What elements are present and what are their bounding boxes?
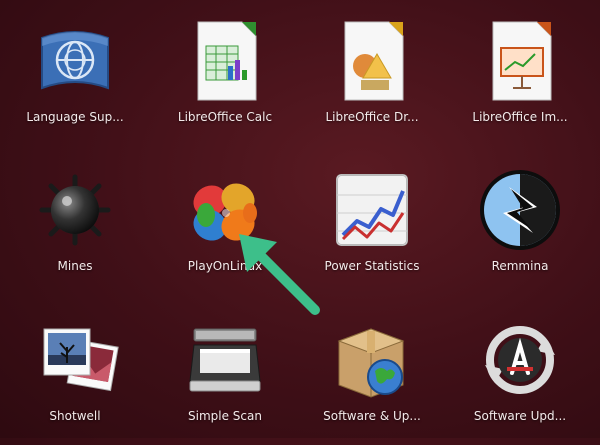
app-label: Power Statistics [324, 259, 420, 273]
app-playonlinux[interactable]: PlayOnLinux [150, 155, 300, 295]
software-updates-icon [327, 315, 417, 405]
app-label: Mines [57, 259, 93, 273]
app-power-statistics[interactable]: Power Statistics [297, 155, 447, 295]
simple-scan-icon [180, 315, 270, 405]
app-label: LibreOffice Dr... [325, 110, 419, 124]
remmina-icon [475, 165, 565, 255]
shotwell-icon [30, 315, 120, 405]
app-label: Shotwell [49, 409, 101, 423]
app-software-updater[interactable]: Software Upd... [445, 305, 595, 445]
libreoffice-calc-icon [180, 16, 270, 106]
app-label: LibreOffice Calc [177, 110, 273, 124]
app-language-support[interactable]: Language Sup... [0, 6, 150, 146]
app-label: Software Upd... [473, 409, 567, 423]
app-label: Remmina [491, 259, 549, 273]
app-software-and-updates[interactable]: Software & Up... [297, 305, 447, 445]
app-libreoffice-draw[interactable]: LibreOffice Dr... [297, 6, 447, 146]
app-simple-scan[interactable]: Simple Scan [150, 305, 300, 445]
language-support-icon [30, 16, 120, 106]
app-shotwell[interactable]: Shotwell [0, 305, 150, 445]
power-statistics-icon [327, 165, 417, 255]
libreoffice-impress-icon [475, 16, 565, 106]
app-libreoffice-calc[interactable]: LibreOffice Calc [150, 6, 300, 146]
app-libreoffice-impress[interactable]: LibreOffice Im... [445, 6, 595, 146]
software-updater-icon [475, 315, 565, 405]
app-label: Software & Up... [323, 409, 421, 423]
app-mines[interactable]: Mines [0, 155, 150, 295]
app-grid: Language Sup... LibreOffice Calc LibreOf… [0, 0, 600, 438]
app-remmina[interactable]: Remmina [445, 155, 595, 295]
libreoffice-draw-icon [327, 16, 417, 106]
app-label: Simple Scan [188, 409, 262, 423]
mines-icon [30, 165, 120, 255]
app-label: LibreOffice Im... [472, 110, 568, 124]
app-label: PlayOnLinux [187, 259, 263, 273]
app-label: Language Sup... [26, 110, 124, 124]
playonlinux-icon [180, 165, 270, 255]
